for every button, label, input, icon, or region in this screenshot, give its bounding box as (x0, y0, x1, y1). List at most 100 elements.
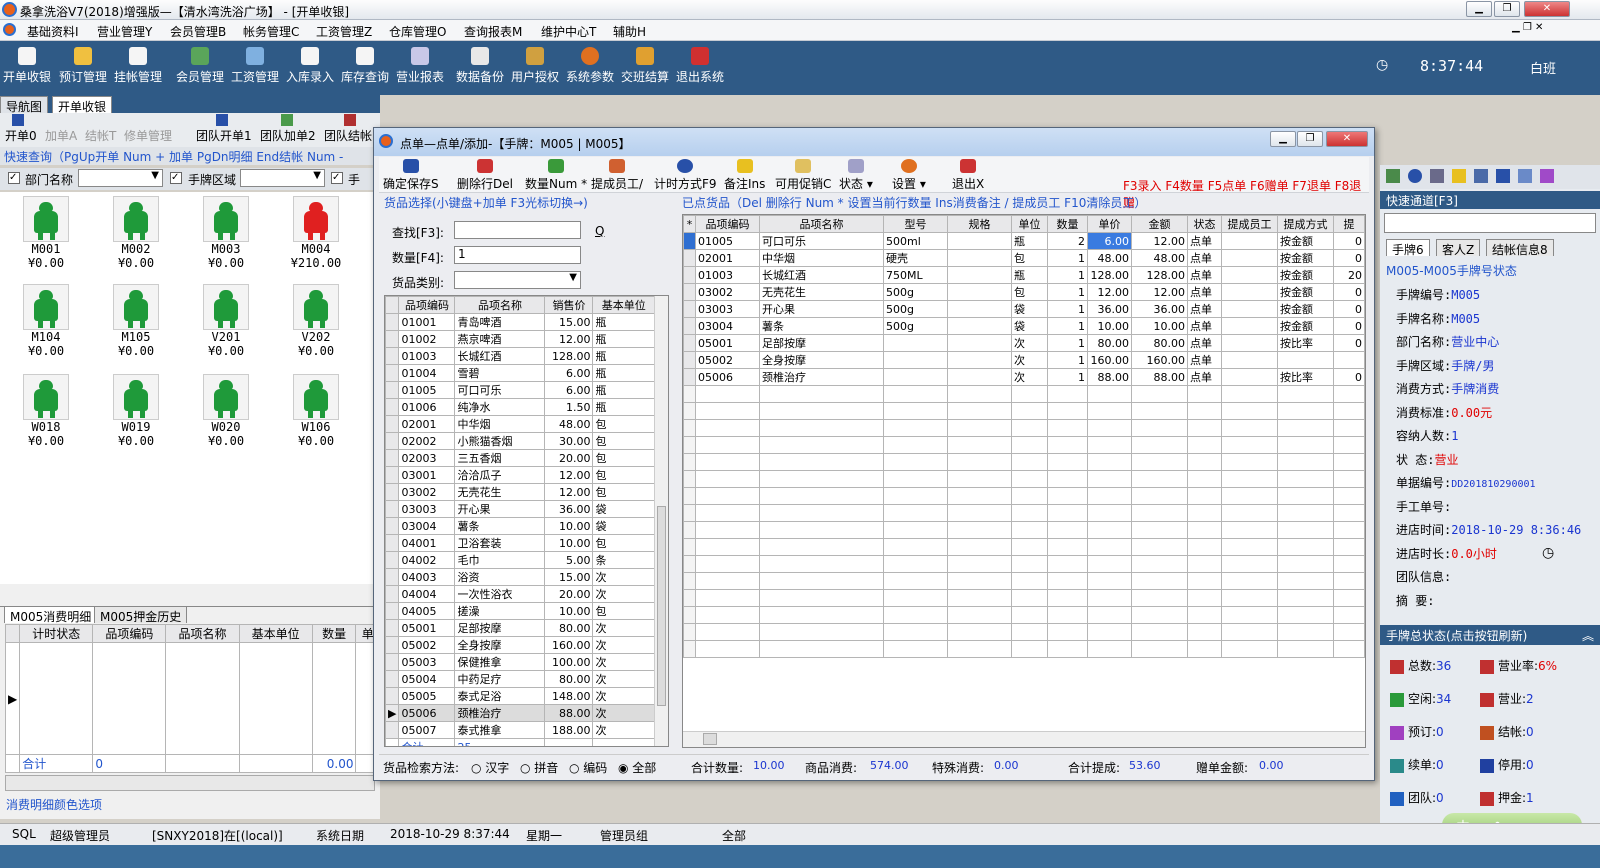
checkout-button[interactable]: 结帐T (85, 127, 116, 144)
goods-row[interactable]: 04003 浴资 15.00 次 (385, 568, 655, 586)
menu-item-help[interactable]: 辅助H (613, 23, 646, 40)
stat-item[interactable]: 停用:0 (1480, 756, 1534, 773)
settings-button[interactable]: 设置 ▾ (892, 159, 926, 192)
team-open-button[interactable]: 团队开单1 (196, 127, 252, 144)
stat-item[interactable]: 团队:0 (1390, 789, 1444, 806)
status-button[interactable]: 状态 ▾ (839, 159, 873, 192)
toolbar-exit[interactable]: 退出系统 (676, 47, 724, 85)
toolbar-shift[interactable]: 交班结算 (621, 47, 669, 85)
ordered-row[interactable]: 03004 薯条 500g 袋 1 10.00 10.00 点单 按金额 0 (683, 317, 1365, 335)
refresh-icon[interactable] (1408, 169, 1422, 183)
goods-row[interactable]: 03003 开心果 36.00 袋 (385, 500, 655, 518)
room-card[interactable]: M001 ¥0.00 (10, 196, 82, 270)
radio-code[interactable]: ○ 编码 (569, 759, 607, 776)
dialog-restore-button[interactable]: ❐ (1297, 131, 1323, 147)
find-input[interactable] (454, 221, 581, 239)
goods-row[interactable]: 05005 泰式足浴 148.00 次 (385, 687, 655, 705)
qty-input[interactable]: 1 (454, 246, 581, 264)
menu-item-accounts[interactable]: 帐务管理C (243, 23, 299, 40)
menu-item-basic[interactable]: 基础资料I (27, 23, 79, 40)
mdi-controls[interactable]: ▁ ❐ ✕ (1512, 22, 1543, 33)
edit-order-button[interactable]: 修单管理 (124, 127, 172, 144)
stat-item[interactable]: 空闲:34 (1390, 690, 1451, 707)
goods-row[interactable]: 03001 洽洽瓜子 12.00 包 (385, 466, 655, 484)
goods-row[interactable]: 01001 青岛啤酒 15.00 瓶 (385, 313, 655, 331)
ordered-row[interactable]: 05001 足部按摩次 1 80.00 80.00 点单 按比率 0 (683, 334, 1365, 352)
restore-button[interactable]: ❐ (1494, 1, 1520, 17)
commission-staff-button[interactable]: 提成员工/ (591, 159, 643, 192)
category-select[interactable]: ▼ (454, 271, 581, 289)
calculator-icon[interactable] (1496, 169, 1510, 183)
calendar-icon[interactable] (1474, 169, 1488, 183)
ordered-row[interactable]: 02001 中华烟 硬壳包 1 48.00 48.00 点单 按金额 0 (683, 249, 1365, 267)
stat-item[interactable]: 结帐:0 (1480, 723, 1534, 740)
room-card[interactable]: V202 ¥0.00 (280, 284, 352, 358)
dialog-close-button[interactable]: ✕ (1326, 131, 1368, 147)
toolbar-auth[interactable]: 用户授权 (511, 47, 559, 85)
toolbar-salary[interactable]: 工资管理 (231, 47, 279, 85)
zone-checkbox[interactable]: ✓ (170, 172, 182, 184)
goods-row[interactable]: 05004 中药足疗 80.00 次 (385, 670, 655, 688)
room-card[interactable]: W020 ¥0.00 (190, 374, 262, 448)
ordered-row[interactable]: 01005 可口可乐 500ml 瓶 2 6.00 12.00 点单 按金额 0 (683, 232, 1365, 250)
minimize-button[interactable]: ▁ (1466, 1, 1492, 17)
radio-hanzi[interactable]: ○ 汉字 (471, 759, 509, 776)
h-scrollbar[interactable] (5, 775, 375, 791)
room-card[interactable]: M002 ¥0.00 (100, 196, 172, 270)
tab-guest[interactable]: 客人Z (1436, 239, 1481, 257)
goods-row[interactable]: 02001 中华烟 48.00 包 (385, 415, 655, 433)
goods-row[interactable]: 05007 泰式推拿 188.00 次 (385, 721, 655, 739)
goods-row[interactable]: 02003 三五香烟 20.00 包 (385, 449, 655, 467)
print-icon[interactable] (1430, 169, 1444, 183)
goods-row[interactable]: 04005 搓澡 10.00 包 (385, 602, 655, 620)
toolbar-stock-query[interactable]: 库存查询 (341, 47, 389, 85)
team-checkout-button[interactable]: 团队结帐 (324, 127, 372, 144)
goods-row[interactable]: 05002 全身按摩 160.00 次 (385, 636, 655, 654)
zone-select[interactable]: ▼ (240, 169, 325, 187)
room-card[interactable]: V201 ¥0.00 (190, 284, 262, 358)
delete-row-button[interactable]: 删除行Del (457, 159, 513, 192)
shortcut-icon[interactable] (1386, 169, 1400, 183)
room-card[interactable]: W019 ¥0.00 (100, 374, 172, 448)
quick-channel-input[interactable] (1384, 213, 1596, 233)
tab-nav-map[interactable]: 导航图 (0, 96, 49, 114)
dialog-minimize-button[interactable]: ▁ (1270, 131, 1296, 147)
radio-all[interactable]: ◉ 全部 (618, 759, 656, 776)
add-order-button[interactable]: 加单A (45, 127, 77, 144)
goods-scrollbar[interactable] (654, 296, 668, 746)
toolbar-reports[interactable]: 营业报表 (396, 47, 444, 85)
menu-item-salary[interactable]: 工资管理Z (316, 23, 372, 40)
goods-row[interactable]: 03004 薯条 10.00 袋 (385, 517, 655, 535)
menu-item-business[interactable]: 营业管理Y (97, 23, 152, 40)
menu-item-member[interactable]: 会员管理B (170, 23, 226, 40)
stat-item[interactable]: 总数:36 (1390, 657, 1451, 674)
goods-row[interactable]: 01005 可口可乐 6.00 瓶 (385, 381, 655, 399)
toolbar-params[interactable]: 系统参数 (566, 47, 614, 85)
stat-item[interactable]: 押金:1 (1480, 789, 1534, 806)
confirm-save-button[interactable]: 确定保存S (383, 159, 439, 192)
menu-item-maintenance[interactable]: 维护中心T (541, 23, 596, 40)
ordered-row[interactable]: 01003 长城红酒 750ML 瓶 1 128.00 128.00 点单 按金额 20 (683, 266, 1365, 284)
ordered-row[interactable]: 05006 颈椎治疗次 1 88.00 88.00 点单 按比率 0 (683, 368, 1365, 386)
stat-item[interactable]: 预订:0 (1390, 723, 1444, 740)
tab-checkout-info[interactable]: 结帐信息8 (1486, 239, 1554, 257)
goods-row[interactable]: 03002 无壳花生 12.00 包 (385, 483, 655, 501)
room-card[interactable]: M004 ¥210.00 (280, 196, 352, 270)
goods-row[interactable]: 05003 保健推拿 100.00 次 (385, 653, 655, 671)
promotion-button[interactable]: 可用促销C (775, 159, 831, 192)
close-button[interactable]: ✕ (1524, 1, 1570, 17)
sound-icon[interactable] (1518, 169, 1532, 183)
stat-item[interactable]: 续单:0 (1390, 756, 1444, 773)
note-icon[interactable] (1452, 169, 1466, 183)
goods-row[interactable]: 01004 雪碧 6.00 瓶 (385, 364, 655, 382)
room-card[interactable]: W018 ¥0.00 (10, 374, 82, 448)
toolbar-backup[interactable]: 数据备份 (456, 47, 504, 85)
color-option-link[interactable]: 消费明细颜色选项 (6, 796, 102, 813)
radio-pinyin[interactable]: ○ 拼音 (520, 759, 558, 776)
toolbar-open-order[interactable]: 开单收银 (3, 47, 51, 85)
toolbar-booking[interactable]: 预订管理 (59, 47, 107, 85)
tab-open-order[interactable]: 开单收银 (52, 96, 113, 114)
tab-card[interactable]: 手牌6 (1386, 239, 1430, 257)
ordered-row[interactable]: 03002 无壳花生 500g 包 1 12.00 12.00 点单 按金额 0 (683, 283, 1365, 301)
room-card[interactable]: W106 ¥0.00 (280, 374, 352, 448)
